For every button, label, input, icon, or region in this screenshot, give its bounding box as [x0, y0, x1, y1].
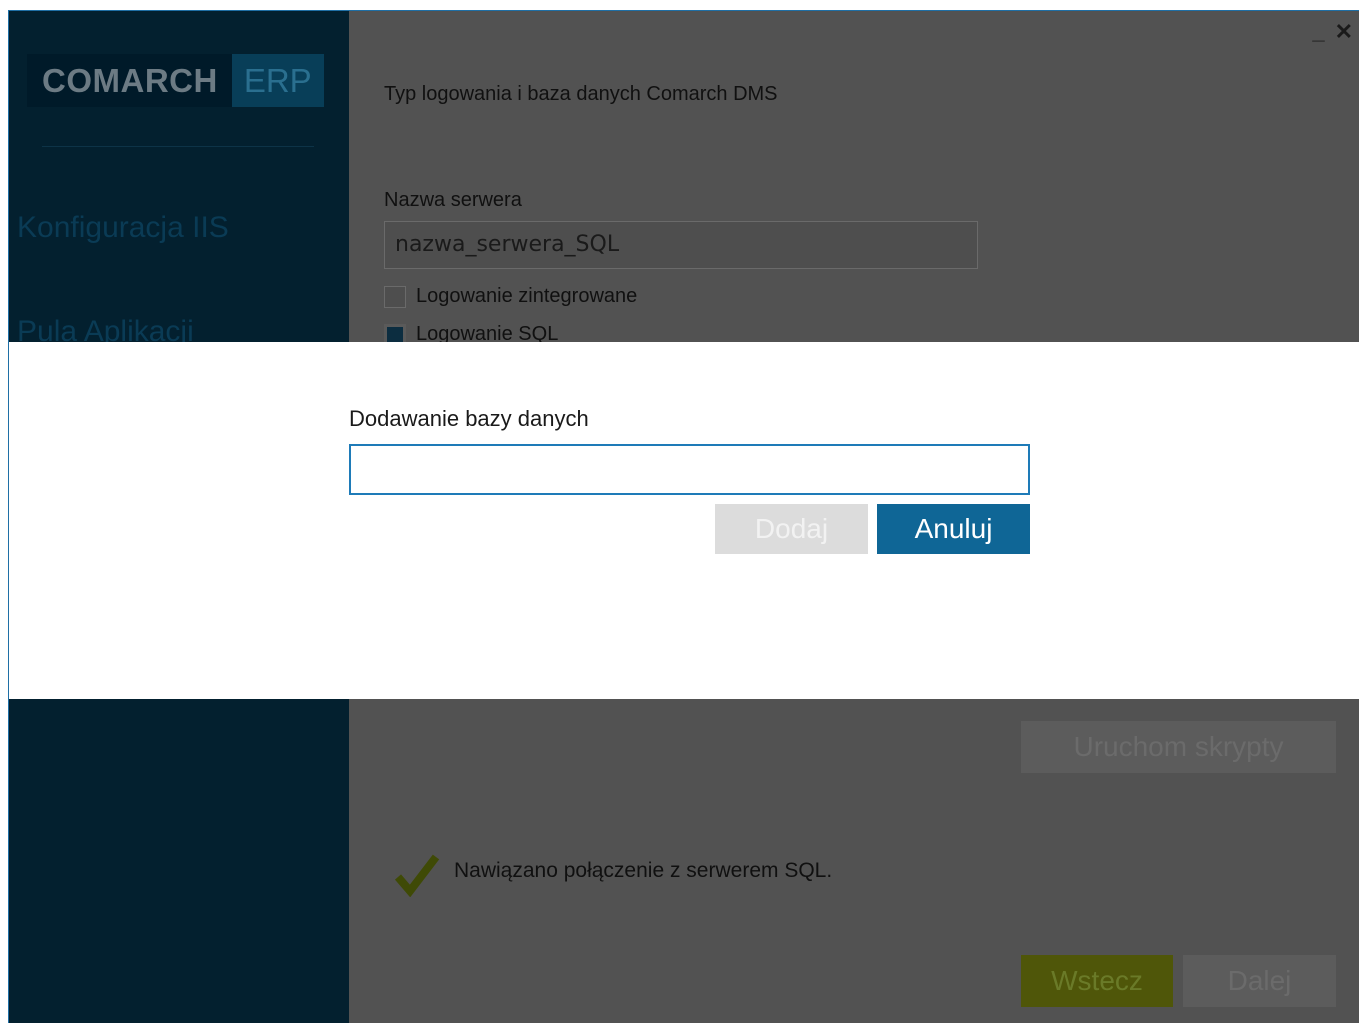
window-controls: _ ✕	[1312, 21, 1353, 43]
back-button[interactable]: Wstecz	[1021, 955, 1173, 1007]
close-icon[interactable]: ✕	[1335, 21, 1353, 43]
connection-status: Nawiązano połączenie z serwerem SQL.	[394, 853, 832, 897]
integrated-login-checkbox[interactable]	[384, 285, 406, 308]
next-button[interactable]: Dalej	[1183, 955, 1336, 1007]
add-database-dialog: Dodawanie bazy danych Dodaj Anuluj	[8, 342, 1359, 699]
sidebar-item-iis-config[interactable]: Konfiguracja IIS	[17, 211, 229, 245]
add-button[interactable]: Dodaj	[715, 504, 868, 554]
integrated-login-option[interactable]: Logowanie zintegrowane	[384, 285, 637, 308]
checkmark-icon	[394, 854, 440, 897]
database-name-input[interactable]	[349, 444, 1030, 495]
cancel-button[interactable]: Anuluj	[877, 504, 1030, 554]
logo-text-comarch: COMARCH	[27, 54, 232, 107]
logo-text-erp: ERP	[231, 54, 324, 107]
integrated-login-label: Logowanie zintegrowane	[416, 285, 638, 307]
run-scripts-button[interactable]: Uruchom skrypty	[1021, 721, 1336, 773]
dialog-title: Dodawanie bazy danych	[349, 406, 589, 431]
page-title: Typ logowania i baza danych Comarch DMS	[384, 83, 778, 105]
sidebar-divider	[42, 146, 314, 147]
minimize-icon[interactable]: _	[1312, 21, 1324, 43]
server-name-label: Nazwa serwera	[384, 189, 522, 211]
comarch-erp-logo: COMARCH ERP	[27, 54, 324, 107]
server-name-input[interactable]: nazwa_serwera_SQL	[384, 221, 978, 269]
connection-status-text: Nawiązano połączenie z serwerem SQL.	[454, 859, 833, 882]
